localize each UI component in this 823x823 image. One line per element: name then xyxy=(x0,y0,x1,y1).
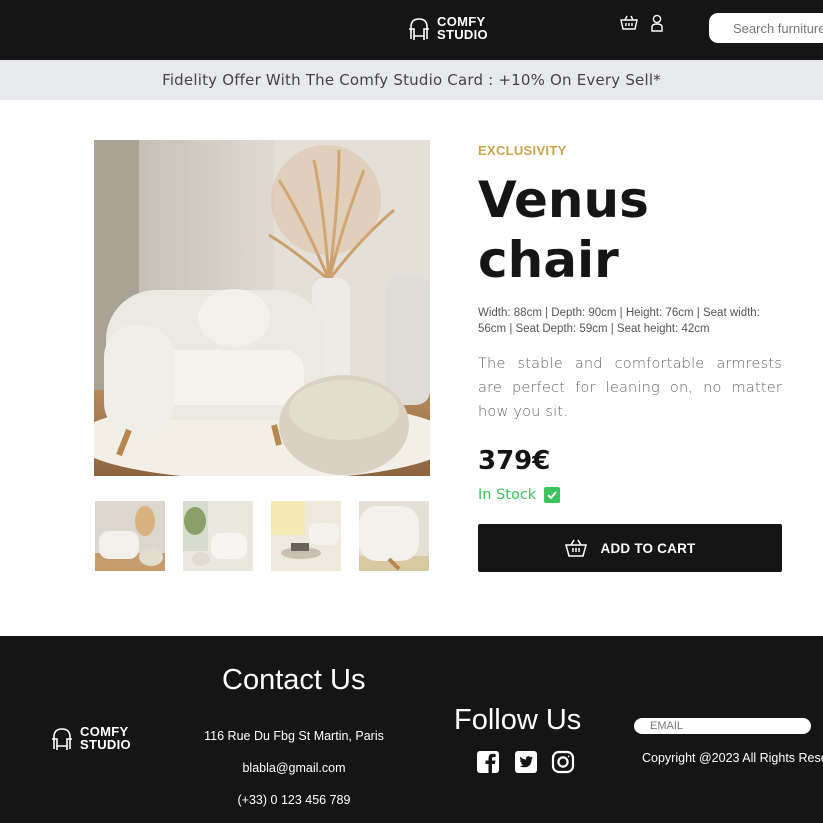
facebook-icon[interactable] xyxy=(476,750,500,774)
product-tag: EXCLUSIVITY xyxy=(478,143,567,158)
copyright-text: Copyright @2023 All Rights Reserved xyxy=(642,751,823,765)
contact-email[interactable]: blabla@gmail.com xyxy=(194,761,394,775)
search-input[interactable] xyxy=(709,13,823,43)
header-logo[interactable]: COMFY STUDIO xyxy=(407,15,488,41)
contact-phone[interactable]: (+33) 0 123 456 789 xyxy=(194,793,394,807)
newsletter-email-input[interactable] xyxy=(634,718,811,734)
product-price: 379€ xyxy=(478,446,551,476)
instagram-icon[interactable] xyxy=(551,750,575,774)
site-footer: COMFY STUDIO Contact Us 116 Rue Du Fbg S… xyxy=(0,636,823,823)
contact-title: Contact Us xyxy=(222,664,366,696)
stock-status-label: In Stock xyxy=(478,487,537,503)
checkmark-icon xyxy=(544,487,561,503)
product-title: Venus chair xyxy=(478,171,649,289)
add-to-cart-label: ADD TO CART xyxy=(600,540,696,556)
product-dimensions: Width: 88cm | Depth: 90cm | Height: 76cm… xyxy=(478,307,760,335)
site-header: COMFY STUDIO xyxy=(0,0,823,60)
twitter-icon[interactable] xyxy=(514,750,538,774)
offer-banner: Fidelity Offer With The Comfy Studio Car… xyxy=(0,60,823,100)
chair-logo-icon xyxy=(52,728,72,750)
logo-text-line2: STUDIO xyxy=(437,27,488,42)
contact-address: 116 Rue Du Fbg St Martin, Paris xyxy=(204,729,384,743)
thumbnail-4[interactable] xyxy=(359,501,429,571)
user-icon[interactable] xyxy=(648,14,666,32)
logo-text-line2: STUDIO xyxy=(80,737,131,752)
thumbnail-3[interactable] xyxy=(271,501,341,571)
product-description: The stable and comfortable armrests are … xyxy=(478,356,782,420)
thumbnail-2[interactable] xyxy=(183,501,253,571)
chair-logo-icon xyxy=(409,18,429,40)
thumbnail-1[interactable] xyxy=(95,501,165,571)
product-main-image xyxy=(94,140,430,476)
footer-logo[interactable]: COMFY STUDIO xyxy=(50,725,131,751)
basket-icon[interactable] xyxy=(620,14,638,32)
add-to-cart-button[interactable]: ADD TO CART xyxy=(478,524,782,572)
basket-icon xyxy=(564,539,587,557)
follow-title: Follow Us xyxy=(454,704,582,736)
stock-status: In Stock xyxy=(478,487,561,503)
